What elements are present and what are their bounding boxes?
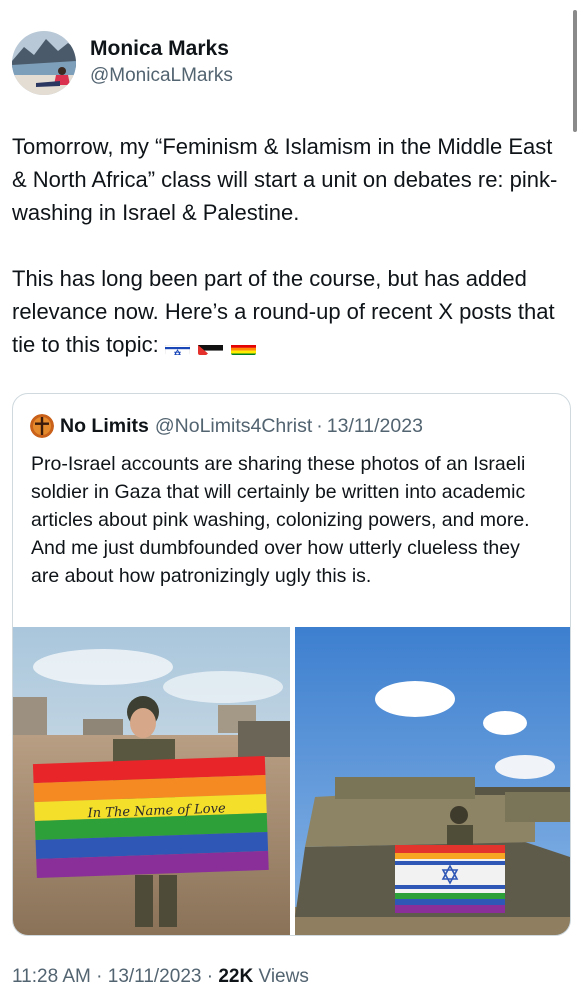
author-name[interactable]: Monica Marks	[90, 37, 229, 61]
quoted-photos: In The Name of Love	[13, 627, 570, 935]
quoted-tweet-header: No Limits @NoLimits4Christ · 13/11/2023	[30, 413, 423, 439]
quoted-author-name[interactable]: No Limits	[60, 415, 149, 438]
quoted-tweet-text: Pro-Israel accounts are sharing these ph…	[31, 453, 530, 587]
quoted-date[interactable]: 13/11/2023	[327, 415, 423, 438]
tweet-paragraph-2: This has long been part of the course, b…	[12, 262, 572, 361]
meta-separator: ·	[206, 966, 214, 987]
tweet-time[interactable]: 11:28 AM	[12, 966, 91, 987]
photo-soldier-tank-flag[interactable]	[295, 627, 570, 935]
quoted-author-handle[interactable]: @NoLimits4Christ	[155, 415, 312, 438]
tweet-paragraph-1: Tomorrow, my “Feminism & Islamism in the…	[12, 134, 558, 225]
rainbow-flag-icon	[230, 338, 256, 355]
photo-soldier-rainbow-flag[interactable]: In The Name of Love	[13, 627, 290, 935]
quoted-tweet[interactable]: No Limits @NoLimits4Christ · 13/11/2023 …	[12, 393, 571, 936]
quoted-avatar[interactable]	[30, 414, 54, 438]
tweet-header: Monica Marks @MonicaLMarks	[12, 28, 552, 98]
tweet-text: Tomorrow, my “Feminism & Islamism in the…	[12, 130, 572, 361]
tweet-date[interactable]: 13/11/2023	[108, 966, 202, 987]
meta-separator: ·	[96, 966, 103, 987]
israel-flag-icon	[164, 338, 190, 355]
scrollbar[interactable]	[573, 10, 577, 132]
tweet-meta: 11:28 AM · 13/11/2023 · 22K Views	[12, 966, 309, 988]
quoted-separator: ·	[316, 414, 323, 437]
views-label: Views	[258, 966, 309, 987]
tweet-paragraph-2-text: This has long been part of the course, b…	[12, 266, 555, 357]
flag-emoji-group	[164, 338, 256, 355]
palestine-flag-icon	[197, 338, 223, 355]
author-handle[interactable]: @MonicaLMarks	[90, 65, 233, 87]
avatar[interactable]	[12, 31, 76, 95]
views-count: 22K	[218, 966, 254, 987]
